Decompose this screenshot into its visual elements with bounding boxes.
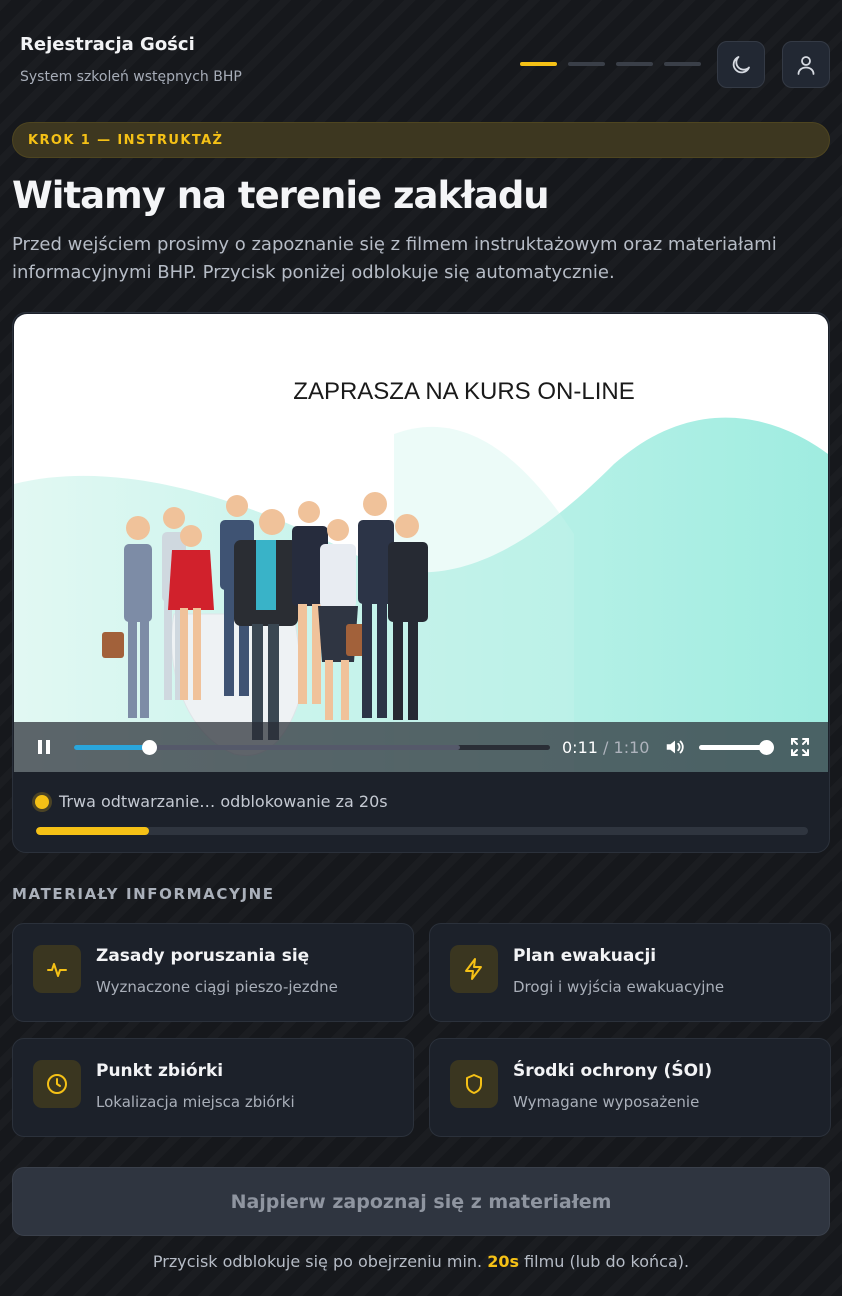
material-icon-badge — [33, 1060, 81, 1108]
volume-icon[interactable] — [664, 736, 686, 758]
continue-button[interactable]: Najpierw zapoznaj się z materiałem — [12, 1167, 830, 1236]
volume-fill — [699, 745, 766, 750]
status-text: Trwa odtwarzanie… odblokowanie za 20s — [59, 792, 388, 811]
progress-stepper — [520, 62, 701, 66]
step-indicator-2 — [568, 62, 605, 66]
material-card-movement-rules[interactable]: Zasady poruszania się Wyznaczone ciągi p… — [12, 923, 414, 1022]
material-icon-badge — [450, 945, 498, 993]
video-card: ZAPRASZA NA KURS ON-LINE 0:11 / 1:10 Trw… — [12, 312, 830, 853]
material-card-evacuation-plan[interactable]: Plan ewakuacji Drogi i wyjścia ewakuacyj… — [429, 923, 831, 1022]
step-indicator-3 — [616, 62, 653, 66]
status-dot — [35, 794, 49, 809]
shield-icon — [466, 1074, 482, 1094]
material-description: Wyznaczone ciągi pieszo-jezdne — [96, 978, 338, 996]
intro-text: Przed wejściem prosimy o zapoznanie się … — [12, 234, 777, 283]
moon-icon — [732, 55, 750, 73]
material-title: Plan ewakuacji — [513, 946, 657, 966]
current-time: 0:11 — [562, 738, 598, 757]
pause-icon[interactable] — [36, 739, 52, 755]
user-icon — [797, 55, 815, 75]
material-icon-badge — [33, 945, 81, 993]
video-caption: ZAPRASZA NA KURS ON-LINE — [293, 378, 635, 405]
video-controls: 0:11 / 1:10 — [14, 722, 828, 772]
seek-thumb[interactable] — [141, 740, 157, 755]
duration: 1:10 — [613, 738, 650, 757]
material-description: Drogi i wyjścia ewakuacyjne — [513, 978, 725, 996]
video-player[interactable]: ZAPRASZA NA KURS ON-LINE 0:11 / 1:10 — [14, 314, 828, 772]
seek-played — [74, 745, 149, 750]
unlock-footnote: Przycisk odblokuje się po obejrzeniu min… — [0, 1252, 842, 1271]
footnote-highlight: 20s — [487, 1252, 520, 1271]
footnote-text-after: filmu (lub do końca). — [519, 1252, 690, 1271]
material-title: Środki ochrony (ŚOI) — [513, 1061, 713, 1081]
material-title: Punkt zbiórki — [96, 1061, 224, 1081]
step-indicator-1 — [520, 62, 557, 66]
lightning-icon — [465, 958, 482, 980]
step-indicator-4 — [664, 62, 701, 66]
clock-icon — [47, 1074, 67, 1094]
activity-icon — [47, 963, 67, 977]
unlock-progress-fill — [36, 827, 150, 835]
app-header: Rejestracja Gości System szkoleń wstępny… — [0, 0, 842, 110]
materials-section-title: MATERIAŁY INFORMACYJNE — [12, 885, 275, 903]
time-separator: / — [603, 738, 609, 757]
page-title: Witamy na terenie zakładu — [12, 174, 550, 217]
app-subtitle: System szkoleń wstępnych BHP — [20, 69, 242, 85]
profile-button[interactable] — [782, 41, 830, 88]
material-card-ppe[interactable]: Środki ochrony (ŚOI) Wymagane wyposażeni… — [429, 1038, 831, 1137]
material-card-assembly-point[interactable]: Punkt zbiórki Lokalizacja miejsca zbiórk… — [12, 1038, 414, 1137]
time-display: 0:11 / 1:10 — [562, 738, 649, 757]
material-description: Lokalizacja miejsca zbiórki — [96, 1093, 295, 1111]
material-description: Wymagane wyposażenie — [513, 1093, 700, 1111]
material-title: Zasady poruszania się — [96, 946, 310, 966]
app-title: Rejestracja Gości — [20, 34, 195, 55]
seek-bar[interactable] — [74, 740, 550, 755]
volume-thumb[interactable] — [759, 740, 774, 755]
unlock-progress-bar — [36, 827, 808, 835]
playback-status: Trwa odtwarzanie… odblokowanie za 20s — [35, 792, 388, 811]
step-pill: KROK 1 — INSTRUKTAŻ — [12, 122, 830, 158]
footnote-text-before: Przycisk odblokuje się po obejrzeniu min… — [152, 1252, 488, 1271]
material-icon-badge — [450, 1060, 498, 1108]
theme-toggle-button[interactable] — [717, 41, 765, 88]
fullscreen-icon[interactable] — [790, 737, 810, 757]
volume-slider[interactable] — [699, 740, 774, 755]
